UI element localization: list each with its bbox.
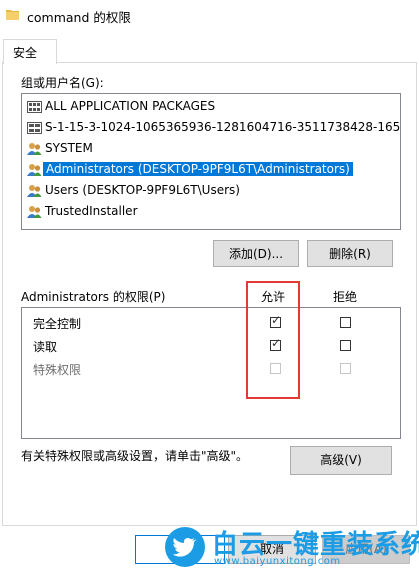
- add-button-label: 添加(D)...: [228, 247, 284, 261]
- permission-name: 特殊权限: [33, 363, 82, 377]
- group-list-label: 组或用户名(G):: [21, 76, 104, 90]
- permission-name: 读取: [33, 340, 58, 354]
- list-item[interactable]: SYSTEM: [23, 139, 391, 159]
- folder-icon: [6, 10, 19, 20]
- deny-special-checkbox: [340, 363, 351, 374]
- list-item-selected[interactable]: Administrators (DESKTOP-9PF9L6T\Administ…: [23, 160, 391, 180]
- list-item-label: Users (DESKTOP-9PF9L6T\Users): [45, 183, 240, 197]
- app-packages-icon: [27, 101, 42, 113]
- permission-name: 完全控制: [33, 317, 82, 331]
- permissions-list: 完全控制 ✓ 读取 ✓ 特殊权限: [21, 307, 401, 439]
- window-title: command 的权限: [27, 10, 131, 25]
- list-item[interactable]: Users (DESKTOP-9PF9L6T\Users): [23, 181, 391, 201]
- list-item-label: SYSTEM: [45, 141, 93, 155]
- permission-row-special: 特殊权限: [23, 358, 393, 380]
- deny-full-control-checkbox[interactable]: [340, 317, 351, 328]
- advanced-button[interactable]: 高级(V): [290, 446, 392, 475]
- permission-row-full-control: 完全控制 ✓: [23, 312, 393, 334]
- list-item-label: S-1-15-3-1024-1065365936-1281604716-3511…: [45, 120, 401, 134]
- users-group-icon: [27, 164, 42, 176]
- permission-row-read: 读取 ✓: [23, 335, 393, 357]
- remove-button[interactable]: 删除(R): [307, 240, 393, 267]
- tab-security[interactable]: 安全: [3, 39, 57, 64]
- advanced-button-label: 高级(V): [320, 453, 362, 467]
- list-item-label: Administrators (DESKTOP-9PF9L6T\Administ…: [43, 162, 353, 176]
- add-button[interactable]: 添加(D)...: [213, 240, 299, 267]
- twitter-bird-icon: [165, 527, 205, 567]
- list-item-label: TrustedInstaller: [45, 204, 138, 218]
- group-user-list[interactable]: ALL APPLICATION PACKAGES S-1-15-3-1024-1…: [21, 93, 401, 230]
- list-item[interactable]: ALL APPLICATION PACKAGES: [23, 97, 391, 117]
- permissions-label: Administrators 的权限(P): [21, 290, 166, 304]
- title-bar: command 的权限: [0, 0, 419, 31]
- highlight-box: [246, 281, 300, 399]
- watermark-url: www.baiyunxitong.com: [214, 556, 341, 567]
- tab-security-label: 安全: [13, 46, 38, 60]
- sid-icon: [27, 122, 42, 134]
- list-item[interactable]: S-1-15-3-1024-1065365936-1281604716-3511…: [23, 118, 400, 138]
- users-group-icon: [27, 143, 42, 155]
- users-group-icon: [27, 206, 42, 218]
- deny-column-header: 拒绝: [333, 290, 358, 304]
- deny-read-checkbox[interactable]: [340, 340, 351, 351]
- remove-button-label: 删除(R): [329, 247, 371, 261]
- list-item-label: ALL APPLICATION PACKAGES: [45, 99, 216, 113]
- users-group-icon: [27, 185, 42, 197]
- advanced-hint-text: 有关特殊权限或高级设置，请单击"高级"。: [21, 449, 249, 463]
- list-item[interactable]: TrustedInstaller: [23, 202, 391, 222]
